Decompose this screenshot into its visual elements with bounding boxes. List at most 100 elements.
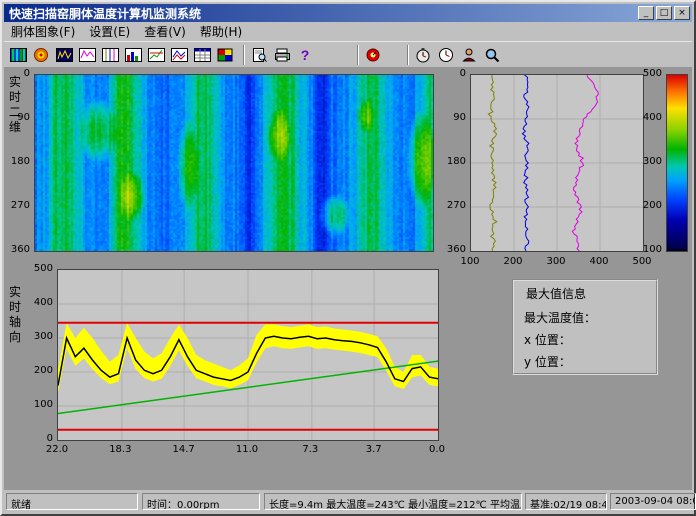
- toolbar-separator: [357, 45, 359, 65]
- thermal-heatmap: [35, 75, 433, 251]
- x-position-label: x 位置：: [524, 333, 571, 347]
- axis-tick-label: 18.3: [109, 444, 131, 455]
- y-position-label: y 位置：: [524, 355, 571, 369]
- stopwatch-button[interactable]: [412, 44, 435, 66]
- trend-chart-icon: [148, 47, 165, 63]
- menu-item-help[interactable]: 帮助(H): [193, 21, 249, 42]
- profile-x-axis: 100200300400500: [470, 256, 642, 268]
- status-time: 时间：0.00rpm: [142, 493, 260, 510]
- max-temp-row: 最大温度值：: [524, 309, 600, 326]
- color-palette-icon: [217, 47, 234, 63]
- window-title: 快速扫描窑胴体温度计算机监测系统: [9, 5, 636, 22]
- shell-section-button[interactable]: [30, 44, 53, 66]
- axis-tick-label: 100: [460, 256, 479, 267]
- close-button[interactable]: ×: [674, 6, 690, 20]
- clock-button[interactable]: [435, 44, 458, 66]
- histogram-button[interactable]: [122, 44, 145, 66]
- user-button[interactable]: [458, 44, 481, 66]
- axis-tick-label: 100: [34, 399, 53, 410]
- maximize-button[interactable]: □: [656, 6, 672, 20]
- circumferential-curve-button[interactable]: [76, 44, 99, 66]
- compare-chart-icon: [171, 47, 188, 63]
- shell-section-icon: [33, 47, 50, 63]
- print-button[interactable]: [271, 44, 294, 66]
- axis-tick-label: 270: [11, 200, 30, 211]
- axis-tick-label: 400: [34, 297, 53, 308]
- axis-tick-label: 0.0: [429, 444, 445, 455]
- title-bar[interactable]: 快速扫描窑胴体温度计算机监测系统 _ □ ×: [4, 4, 692, 22]
- menu-bar: 胴体图象(F)设置(E)查看(V)帮助(H): [4, 22, 692, 41]
- menu-item-settings[interactable]: 设置(E): [82, 21, 137, 42]
- axis-tick-label: 14.7: [173, 444, 195, 455]
- axis-tick-label: 180: [447, 156, 466, 167]
- print-icon: [274, 47, 291, 63]
- y-position-row: y 位置：: [524, 353, 575, 370]
- axis-tick-label: 180: [11, 156, 30, 167]
- max-temp-label: 最大温度值：: [524, 311, 596, 325]
- axial-curves: [58, 270, 438, 441]
- temperature-colorbar: [666, 74, 688, 252]
- profile-chart[interactable]: [470, 74, 644, 252]
- axis-tick-label: 400: [589, 256, 608, 267]
- axis-tick-label: 3.7: [366, 444, 382, 455]
- axis-tick-label: 400: [643, 112, 662, 123]
- toolbar: ?: [4, 41, 692, 67]
- data-table-icon: [194, 47, 211, 63]
- zoom-button[interactable]: [481, 44, 504, 66]
- axis-tick-label: 90: [453, 112, 466, 123]
- realtime-2d-map[interactable]: [34, 74, 434, 252]
- colorbar-scale-labels: 500400300200100: [632, 74, 664, 250]
- axis-tick-label: 500: [34, 263, 53, 274]
- zoom-icon: [484, 47, 501, 63]
- profile-curves-icon: [102, 47, 119, 63]
- axis-tick-label: 360: [447, 244, 466, 255]
- print-preview-icon: [251, 47, 268, 63]
- axis-tick-label: 270: [447, 200, 466, 211]
- axis-tick-label: 300: [34, 331, 53, 342]
- axis-tick-label: 7.3: [302, 444, 318, 455]
- axial-curve-icon: [56, 47, 73, 63]
- axis-tick-label: 0: [47, 433, 53, 444]
- max-info-panel: 最大值信息 最大温度值： x 位置： y 位置：: [512, 279, 658, 375]
- profile-curves-button[interactable]: [99, 44, 122, 66]
- menu-item-view[interactable]: 查看(V): [137, 21, 193, 42]
- axis-tick-label: 11.0: [236, 444, 258, 455]
- help-button[interactable]: ?: [294, 44, 317, 66]
- axial-axis-title: 实时轴向: [8, 285, 22, 345]
- user-icon: [461, 47, 478, 63]
- data-table-button[interactable]: [191, 44, 214, 66]
- toolbar-separator: [243, 45, 245, 65]
- x-position-row: x 位置：: [524, 331, 575, 348]
- status-baseline: 基准:02/19 08:45: [525, 493, 607, 510]
- axis-tick-label: 500: [643, 68, 662, 79]
- axial-chart[interactable]: [57, 269, 439, 441]
- stopwatch-icon: [415, 47, 432, 63]
- axial-curve-button[interactable]: [53, 44, 76, 66]
- clock-icon: [438, 47, 455, 63]
- axis-tick-label: 22.0: [46, 444, 68, 455]
- shell-2d-image-button[interactable]: [7, 44, 30, 66]
- minimize-button[interactable]: _: [638, 6, 654, 20]
- menu-item-shell-image[interactable]: 胴体图象(F): [4, 21, 82, 42]
- axial-x-axis: 22.018.314.711.07.33.70.0: [57, 444, 437, 456]
- axis-tick-label: 200: [643, 200, 662, 211]
- alarm-button[interactable]: [362, 44, 385, 66]
- axis-tick-label: 0: [24, 68, 30, 79]
- trend-chart-button[interactable]: [145, 44, 168, 66]
- compare-chart-button[interactable]: [168, 44, 191, 66]
- axis-tick-label: 500: [632, 256, 651, 267]
- axis-tick-label: 200: [34, 365, 53, 376]
- axis-tick-label: 360: [11, 244, 30, 255]
- axis-tick-label: 90: [17, 112, 30, 123]
- help-icon: ?: [297, 47, 314, 63]
- profile-y-axis: 090180270360: [440, 74, 468, 250]
- axial-y-axis: 5004003002001000: [27, 269, 55, 439]
- status-bar: 就绪 时间：0.00rpm 长度=9.4m 最大温度=243℃ 最小温度=212…: [4, 490, 692, 512]
- profile-curves: [471, 75, 643, 252]
- print-preview-button[interactable]: [248, 44, 271, 66]
- color-palette-button[interactable]: [214, 44, 237, 66]
- max-info-title: 最大值信息: [526, 285, 586, 302]
- toolbar-separator: [407, 45, 409, 65]
- axis-tick-label: 300: [643, 156, 662, 167]
- axis-tick-label: 100: [643, 244, 662, 255]
